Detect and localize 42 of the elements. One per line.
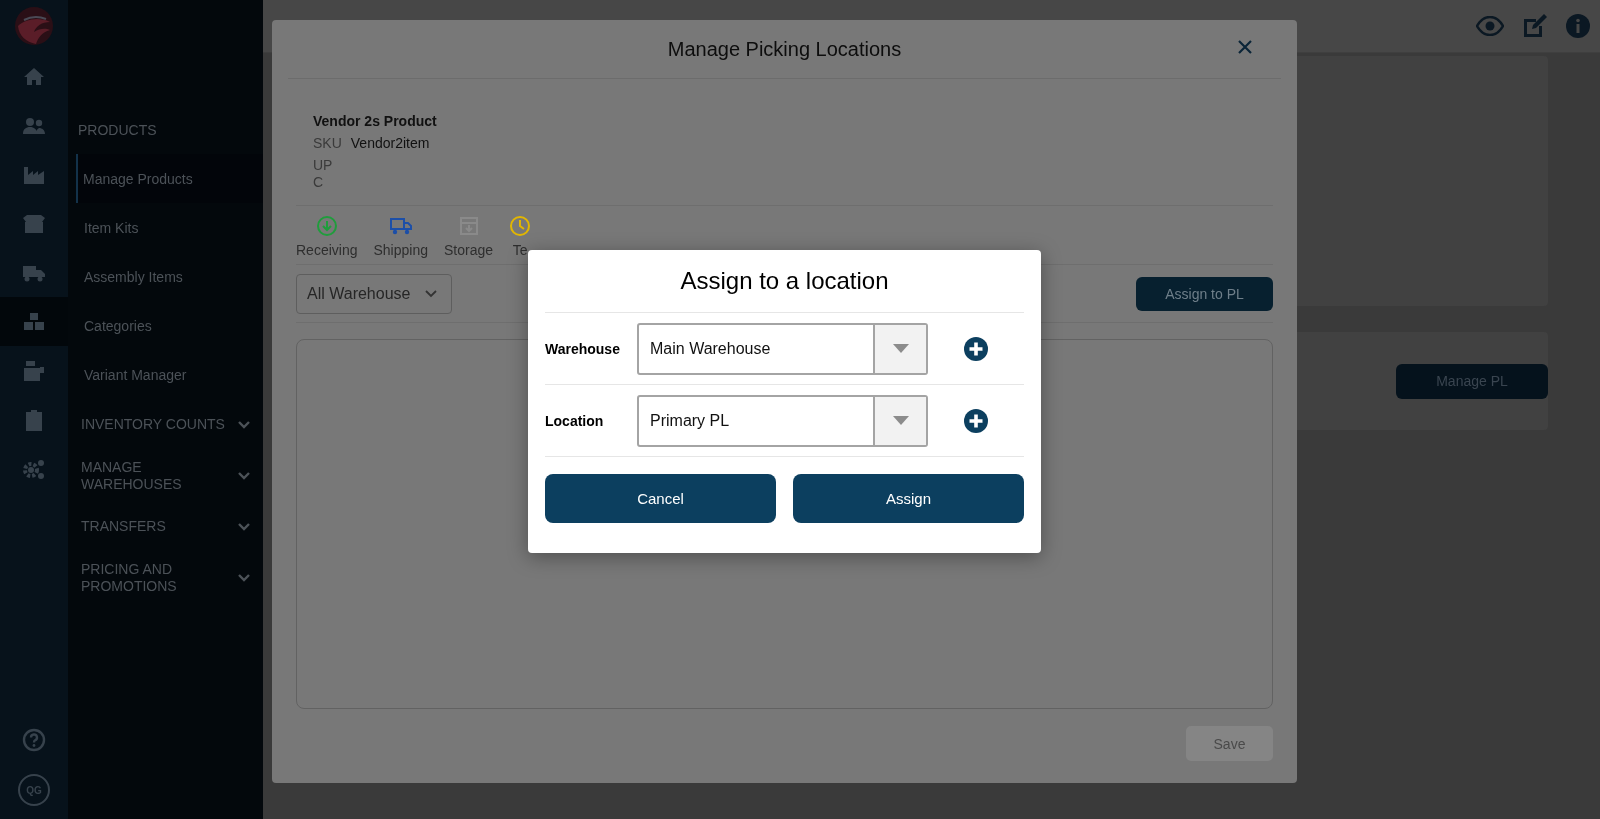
sku-value: Vendor2item	[350, 135, 430, 151]
nav-section[interactable]: TRANSFERS	[81, 518, 231, 535]
rail-item[interactable]	[0, 297, 68, 346]
nav-item[interactable]: Assembly Items	[68, 252, 263, 301]
dialog-button[interactable]: Cancel	[545, 474, 776, 523]
close-button[interactable]	[1237, 39, 1253, 55]
cash-register-icon	[22, 358, 46, 383]
nav-item[interactable]: Variant Manager	[68, 350, 263, 399]
field-label: Warehouse	[545, 340, 621, 357]
nav-section[interactable]: MANAGE WAREHOUSES	[81, 458, 231, 493]
edit-icon	[1522, 13, 1548, 39]
help-icon	[22, 728, 46, 752]
eye-icon	[1476, 16, 1504, 36]
dialog-title: Assign to a location	[545, 250, 1024, 313]
add-button[interactable]	[964, 336, 988, 361]
nav-section[interactable]: PRICING AND PROMOTIONS	[81, 560, 231, 595]
tab[interactable]: Shipping	[373, 215, 428, 258]
select-field[interactable]: Primary PL	[637, 394, 928, 447]
product-name: Vendor 2s Product	[313, 113, 438, 129]
section-heading: PRODUCTS	[77, 122, 158, 140]
nav-item[interactable]: Item Kits	[68, 203, 263, 252]
add-button[interactable]	[964, 408, 988, 433]
plus-circle-icon	[964, 336, 988, 361]
select-field[interactable]: Main Warehouse	[637, 322, 928, 375]
tab[interactable]: Receiving	[296, 215, 358, 258]
dialog-button[interactable]: Assign	[793, 474, 1024, 523]
field-label: Location	[545, 412, 605, 429]
upc-label: UPC	[313, 157, 334, 191]
tab[interactable]: Storage	[444, 215, 494, 258]
chevron-icon	[425, 289, 437, 298]
nav-item[interactable]: Categories	[68, 301, 263, 350]
tab[interactable]: Te	[509, 215, 532, 258]
assign-to-pl-button[interactable]: Assign to PL	[1136, 276, 1273, 311]
modal-title: Manage Picking Locations	[667, 37, 902, 61]
nav-section[interactable]: INVENTORY COUNTS	[81, 416, 231, 433]
close-icon	[1237, 39, 1253, 55]
sku-label: SKU	[313, 135, 342, 151]
info-icon	[1566, 14, 1590, 38]
plus-circle-icon	[964, 408, 988, 433]
caret-icon	[892, 416, 909, 425]
warehouse-dropdown[interactable]: All Warehouse	[296, 273, 452, 314]
caret-icon	[892, 344, 909, 353]
